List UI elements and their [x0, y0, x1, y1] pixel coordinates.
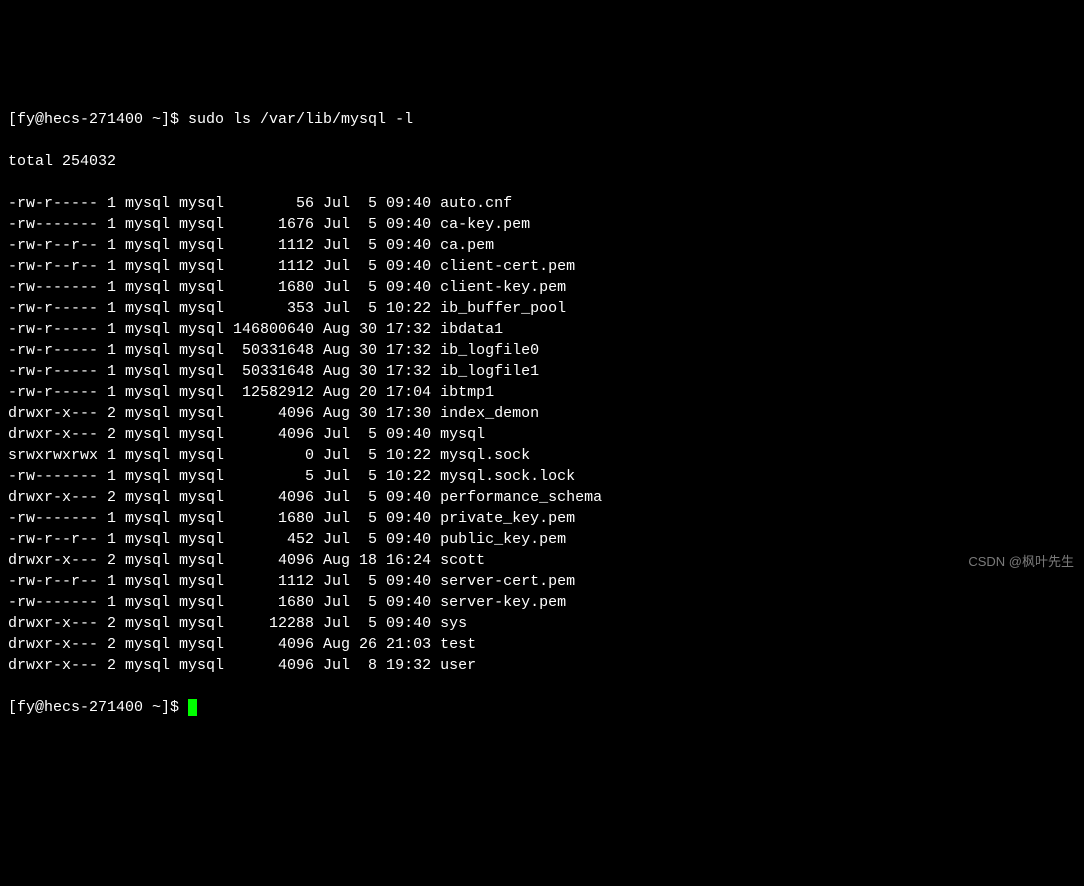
- command-text: sudo ls /var/lib/mysql -l: [188, 111, 413, 128]
- shell-prompt: [fy@hecs-271400 ~]$: [8, 111, 188, 128]
- listing-row: -rw-r--r-- 1 mysql mysql 1112 Jul 5 09:4…: [8, 256, 1076, 277]
- listing-row: -rw-r----- 1 mysql mysql 50331648 Aug 30…: [8, 361, 1076, 382]
- listing-row: drwxr-x--- 2 mysql mysql 4096 Jul 5 09:4…: [8, 424, 1076, 445]
- listing-row: -rw------- 1 mysql mysql 1680 Jul 5 09:4…: [8, 508, 1076, 529]
- listing-row: drwxr-x--- 2 mysql mysql 4096 Aug 30 17:…: [8, 403, 1076, 424]
- prompt-line[interactable]: [fy@hecs-271400 ~]$: [8, 697, 1076, 718]
- listing-row: -rw-r----- 1 mysql mysql 146800640 Aug 3…: [8, 319, 1076, 340]
- listing-row: -rw-r--r-- 1 mysql mysql 1112 Jul 5 09:4…: [8, 235, 1076, 256]
- listing-row: -rw-r----- 1 mysql mysql 50331648 Aug 30…: [8, 340, 1076, 361]
- shell-prompt: [fy@hecs-271400 ~]$: [8, 699, 188, 716]
- listing-row: -rw------- 1 mysql mysql 1680 Jul 5 09:4…: [8, 592, 1076, 613]
- listing-row: -rw-r--r-- 1 mysql mysql 452 Jul 5 09:40…: [8, 529, 1076, 550]
- listing-row: drwxr-x--- 2 mysql mysql 12288 Jul 5 09:…: [8, 613, 1076, 634]
- listing-row: srwxrwxrwx 1 mysql mysql 0 Jul 5 10:22 m…: [8, 445, 1076, 466]
- cursor-icon: [188, 699, 197, 716]
- listing-row: -rw-r----- 1 mysql mysql 353 Jul 5 10:22…: [8, 298, 1076, 319]
- listing-row: drwxr-x--- 2 mysql mysql 4096 Aug 26 21:…: [8, 634, 1076, 655]
- command-line: [fy@hecs-271400 ~]$ sudo ls /var/lib/mys…: [8, 109, 1076, 130]
- listing-row: drwxr-x--- 2 mysql mysql 4096 Jul 8 19:3…: [8, 655, 1076, 676]
- total-line: total 254032: [8, 151, 1076, 172]
- watermark-text: CSDN @枫叶先生: [968, 553, 1074, 571]
- listing-row: drwxr-x--- 2 mysql mysql 4096 Aug 18 16:…: [8, 550, 1076, 571]
- listing-row: drwxr-x--- 2 mysql mysql 4096 Jul 5 09:4…: [8, 487, 1076, 508]
- listing-row: -rw-r----- 1 mysql mysql 56 Jul 5 09:40 …: [8, 193, 1076, 214]
- file-listing: -rw-r----- 1 mysql mysql 56 Jul 5 09:40 …: [8, 193, 1076, 676]
- listing-row: -rw------- 1 mysql mysql 1676 Jul 5 09:4…: [8, 214, 1076, 235]
- listing-row: -rw------- 1 mysql mysql 5 Jul 5 10:22 m…: [8, 466, 1076, 487]
- terminal-output[interactable]: [fy@hecs-271400 ~]$ sudo ls /var/lib/mys…: [8, 88, 1076, 739]
- listing-row: -rw-r--r-- 1 mysql mysql 1112 Jul 5 09:4…: [8, 571, 1076, 592]
- listing-row: -rw------- 1 mysql mysql 1680 Jul 5 09:4…: [8, 277, 1076, 298]
- listing-row: -rw-r----- 1 mysql mysql 12582912 Aug 20…: [8, 382, 1076, 403]
